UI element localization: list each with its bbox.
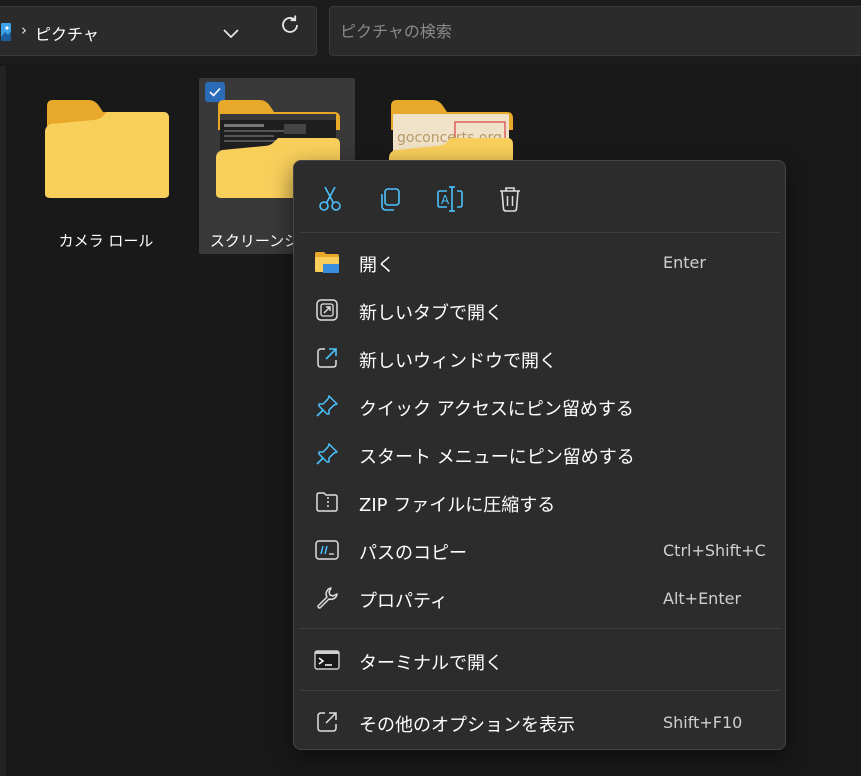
open-in-new-window-icon [317, 348, 337, 368]
breadcrumb-separator: › [21, 21, 27, 39]
rename-icon[interactable]: A [434, 183, 466, 215]
menu-item-label: 開く [359, 255, 395, 276]
menu-item-label: その他のオプションを表示 [359, 715, 575, 736]
menu-item-label: ターミナルで開く [359, 653, 503, 674]
more-options-icon [317, 712, 337, 732]
address-toolbar: › ピクチャ [0, 0, 861, 64]
menu-item-label: 新しいウィンドウで開く [359, 351, 557, 372]
menu-item-label: パスのコピー [359, 543, 467, 564]
menu-item-label: プロパティ [359, 591, 448, 612]
copy-path-icon [315, 540, 339, 560]
zip-folder-icon [316, 492, 338, 512]
menu-item-shortcut: Enter [663, 253, 706, 272]
terminal-icon [314, 650, 340, 670]
menu-item-open-new-window[interactable]: 新しいウィンドウで開く [300, 335, 780, 381]
open-in-new-tab-icon [316, 299, 338, 321]
breadcrumb-item-pictures[interactable]: ピクチャ [35, 21, 99, 45]
delete-icon[interactable] [494, 183, 526, 215]
pictures-location-icon [1, 23, 11, 41]
menu-item-label: クイック アクセスにピン留めする [359, 399, 634, 420]
folder-item-camera-roll[interactable]: カメラ ロール [28, 78, 184, 254]
pin-icon [316, 395, 338, 417]
folder-icon [45, 100, 169, 198]
menu-item-open-new-tab[interactable]: 新しいタブで開く [300, 287, 780, 333]
folder-open-icon [315, 252, 339, 273]
search-box[interactable] [329, 6, 861, 56]
menu-item-label: スタート メニューにピン留めする [359, 447, 635, 468]
menu-item-pin-quick-access[interactable]: クイック アクセスにピン留めする [300, 383, 780, 429]
menu-item-copy-path[interactable]: パスのコピー Ctrl+Shift+C [300, 527, 780, 573]
pin-icon [316, 443, 338, 465]
chevron-down-icon[interactable] [219, 21, 243, 45]
context-menu-quick-actions: A [294, 161, 785, 233]
menu-item-compress-zip[interactable]: ZIP ファイルに圧縮する [300, 479, 780, 525]
menu-item-shortcut: Alt+Enter [663, 589, 742, 608]
folder-label: カメラ ロール [58, 232, 154, 250]
menu-item-label: 新しいタブで開く [359, 303, 503, 324]
menu-item-shortcut: Ctrl+Shift+C [663, 541, 766, 560]
menu-item-pin-start[interactable]: スタート メニューにピン留めする [300, 431, 780, 477]
menu-divider [300, 232, 780, 233]
copy-icon[interactable] [374, 183, 406, 215]
cut-icon[interactable] [314, 183, 346, 215]
search-input[interactable] [330, 7, 861, 55]
menu-item-open[interactable]: 開く Enter [300, 239, 780, 285]
menu-item-properties[interactable]: プロパティ Alt+Enter [300, 575, 780, 621]
svg-text:A: A [441, 193, 450, 207]
context-menu: A 開く Enter 新しいタブで開く 新しいウィンドウで開く クイック アクセ… [293, 160, 786, 750]
menu-divider [300, 628, 780, 629]
breadcrumb[interactable]: › ピクチャ [0, 6, 317, 56]
refresh-icon[interactable] [278, 13, 302, 37]
menu-item-label: ZIP ファイルに圧縮する [359, 495, 556, 516]
menu-item-show-more-options[interactable]: その他のオプションを表示 Shift+F10 [300, 699, 780, 745]
menu-item-shortcut: Shift+F10 [663, 713, 743, 732]
menu-item-open-terminal[interactable]: ターミナルで開く [300, 637, 780, 683]
wrench-icon [317, 587, 338, 609]
menu-divider [300, 690, 780, 691]
